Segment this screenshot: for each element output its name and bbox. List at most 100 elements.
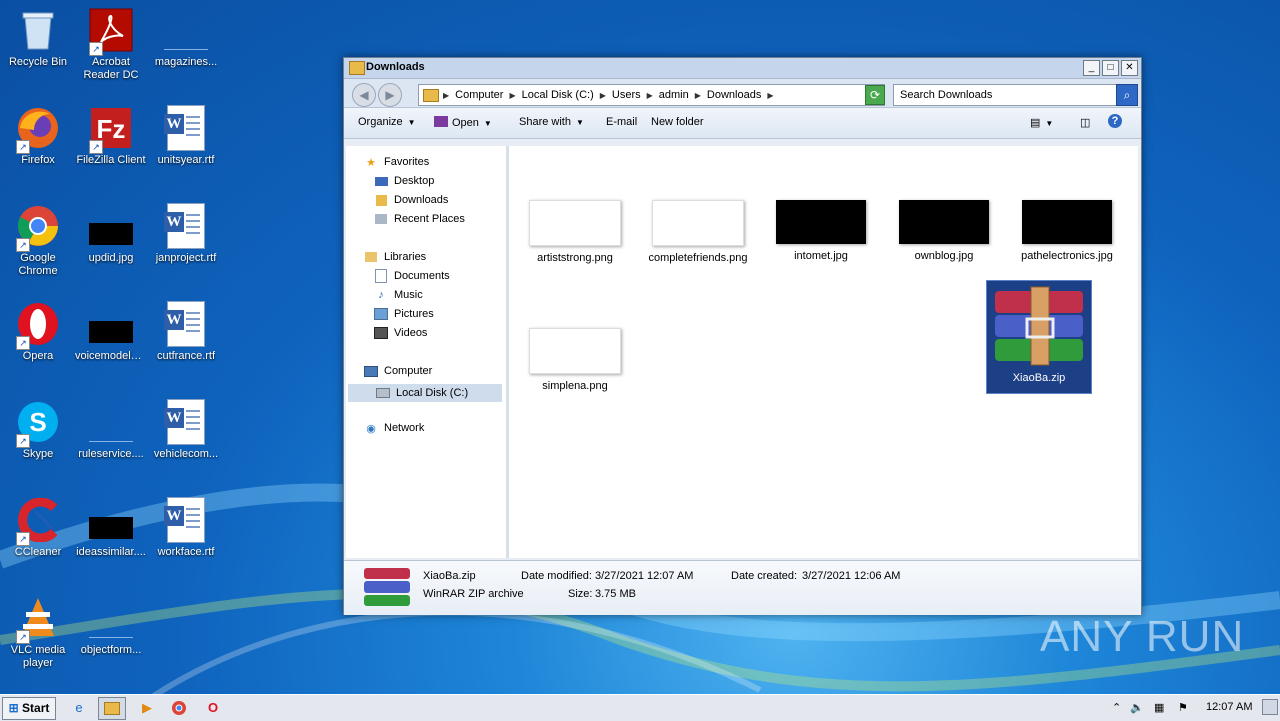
organize-button[interactable]: Organize ▼ xyxy=(358,116,416,128)
file-item[interactable]: simplena.png xyxy=(523,328,627,393)
desktop-icon-updid[interactable]: updid.jpg xyxy=(73,196,149,265)
nav-recent-places[interactable]: Recent Places xyxy=(374,213,465,225)
desktop-icon-janproject[interactable]: W janproject.rtf xyxy=(148,196,224,265)
icon-label: FileZilla Client xyxy=(76,154,146,166)
nav-music[interactable]: ♪ Music xyxy=(374,289,422,301)
breadcrumb-users[interactable]: Users xyxy=(612,89,641,101)
minimize-button[interactable]: _ xyxy=(1083,60,1100,76)
image-thumbnail xyxy=(164,27,208,50)
nav-favorites[interactable]: ★ Favorites xyxy=(364,156,429,169)
folder-icon xyxy=(349,61,365,75)
breadcrumb-admin[interactable]: admin xyxy=(659,89,689,101)
breadcrumb-chevron-icon[interactable]: ▶ xyxy=(767,91,773,100)
internet-explorer-icon[interactable]: e xyxy=(66,697,92,718)
clock[interactable]: 12:07 AM xyxy=(1206,701,1252,713)
breadcrumb-local-disk[interactable]: Local Disk (C:) xyxy=(522,89,594,101)
help-icon[interactable]: ? xyxy=(1108,114,1122,128)
icon-label: Recycle Bin xyxy=(8,56,68,68)
word-document-icon: W xyxy=(164,203,205,249)
open-button[interactable]: Open ▼ xyxy=(434,116,492,129)
explorer-taskbar-icon[interactable] xyxy=(98,697,126,720)
search-icon[interactable]: ⌕ xyxy=(1116,84,1138,106)
desktop-icon-vlc[interactable]: ↗ VLC media player xyxy=(0,588,76,670)
start-button[interactable]: ⊞ Start xyxy=(2,697,56,720)
file-item[interactable]: completefriends.png xyxy=(646,200,750,265)
share-with-button[interactable]: Share with ▼ xyxy=(519,116,584,128)
desktop-icon-workface[interactable]: W workface.rtf xyxy=(148,490,224,559)
desktop-icon-vehiclecom[interactable]: W vehiclecom... xyxy=(148,392,224,461)
forward-button[interactable]: ▶ xyxy=(378,83,402,107)
address-bar[interactable]: ▶ Computer ▶ Local Disk (C:) ▶ Users ▶ a… xyxy=(418,84,885,106)
nav-downloads[interactable]: Downloads xyxy=(374,194,448,206)
pictures-icon xyxy=(374,308,388,320)
shortcut-arrow-icon: ↗ xyxy=(16,336,30,350)
nav-libraries[interactable]: Libraries xyxy=(364,251,426,263)
image-thumbnail xyxy=(89,419,133,442)
desktop-icon-ideassimilar[interactable]: ideassimilar.... xyxy=(73,490,149,559)
file-item[interactable]: artiststrong.png xyxy=(523,200,627,265)
nav-local-disk[interactable]: Local Disk (C:) xyxy=(348,384,502,402)
desktop-icon-acrobat[interactable]: ↗ Acrobat Reader DC xyxy=(73,0,149,82)
windows-logo-icon: ⊞ xyxy=(8,701,19,715)
detail-size-label: Size: xyxy=(568,588,593,600)
back-button[interactable]: ◀ xyxy=(352,83,376,107)
breadcrumb-computer[interactable]: Computer xyxy=(455,89,503,101)
view-options-icon[interactable]: ▤ ▼ xyxy=(1030,116,1053,129)
desktop-icon-opera[interactable]: ↗ Opera xyxy=(0,294,76,363)
show-hidden-icons-icon[interactable]: ⌃ xyxy=(1112,701,1121,714)
search-input[interactable]: Search Downloads xyxy=(893,84,1121,106)
file-item-selected[interactable]: XiaoBa.zip xyxy=(986,280,1092,394)
detail-file-name: XiaoBa.zip xyxy=(423,570,476,582)
nav-videos[interactable]: Videos xyxy=(374,327,427,339)
desktop-icon-skype[interactable]: S ↗ Skype xyxy=(0,392,76,461)
nav-network[interactable]: ◉ Network xyxy=(364,422,424,435)
desktop-icon-firefox[interactable]: ↗ Firefox xyxy=(0,98,76,167)
show-desktop-button[interactable] xyxy=(1262,699,1278,715)
desktop-icon-magazines[interactable]: magazines... xyxy=(148,0,224,69)
file-item[interactable]: pathelectronics.jpg xyxy=(1015,200,1119,263)
shortcut-arrow-icon: ↗ xyxy=(89,42,103,56)
network-tray-icon[interactable]: ▦ xyxy=(1154,701,1164,714)
desktop-icon-objectform[interactable]: objectform... xyxy=(73,588,149,657)
desktop-icon-filezilla[interactable]: Fz ↗ FileZilla Client xyxy=(73,98,149,167)
shortcut-arrow-icon: ↗ xyxy=(16,140,30,154)
image-thumbnail xyxy=(529,200,621,246)
media-player-icon[interactable]: ▶ xyxy=(134,697,160,718)
documents-icon xyxy=(374,269,388,283)
breadcrumb-chevron-icon[interactable]: ▶ xyxy=(600,91,606,100)
volume-icon[interactable]: 🔈 xyxy=(1130,701,1144,714)
breadcrumb-chevron-icon[interactable]: ▶ xyxy=(647,91,653,100)
desktop-icon-voicemodels[interactable]: voicemodels.... xyxy=(73,294,149,363)
icon-label: Skype xyxy=(22,448,54,460)
word-document-icon: W xyxy=(164,301,205,347)
desktop-icon-ccleaner[interactable]: ↗ CCleaner xyxy=(0,490,76,559)
title-bar[interactable]: Downloads _ □ ✕ xyxy=(344,58,1141,79)
close-button[interactable]: ✕ xyxy=(1121,60,1138,76)
desktop-icon-chrome[interactable]: ↗ Google Chrome xyxy=(0,196,76,278)
desktop-icon-cutfrance[interactable]: W cutfrance.rtf xyxy=(148,294,224,363)
opera-taskbar-icon[interactable]: O xyxy=(200,697,226,718)
nav-computer[interactable]: Computer xyxy=(364,365,432,377)
file-item[interactable]: intomet.jpg xyxy=(769,200,873,263)
chrome-taskbar-icon[interactable] xyxy=(166,697,192,718)
nav-desktop[interactable]: Desktop xyxy=(374,175,434,187)
nav-pictures[interactable]: Pictures xyxy=(374,308,434,320)
preview-pane-icon[interactable]: ◫ xyxy=(1080,116,1090,129)
icon-label: Google Chrome xyxy=(18,252,58,277)
nav-documents[interactable]: Documents xyxy=(374,269,450,283)
maximize-button[interactable]: □ xyxy=(1102,60,1119,76)
action-center-flag-icon[interactable]: ⚑ xyxy=(1178,701,1188,714)
desktop-icon-recycle-bin[interactable]: Recycle Bin xyxy=(0,0,76,69)
new-folder-button[interactable]: New folder xyxy=(651,116,704,128)
breadcrumb-chevron-icon[interactable]: ▶ xyxy=(509,91,515,100)
email-button[interactable]: E-mail xyxy=(606,116,637,128)
breadcrumb-downloads[interactable]: Downloads xyxy=(707,89,761,101)
file-list: artiststrong.png completefriends.png int… xyxy=(509,146,1138,558)
breadcrumb-chevron-icon[interactable]: ▶ xyxy=(695,91,701,100)
refresh-button[interactable]: ⟳ xyxy=(865,85,885,105)
file-item[interactable]: ownblog.jpg xyxy=(892,200,996,263)
image-thumbnail xyxy=(89,517,133,539)
desktop-icon-unitsyear[interactable]: W unitsyear.rtf xyxy=(148,98,224,167)
nav-label: Videos xyxy=(394,327,428,339)
desktop-icon-ruleservice[interactable]: ruleservice.... xyxy=(73,392,149,461)
